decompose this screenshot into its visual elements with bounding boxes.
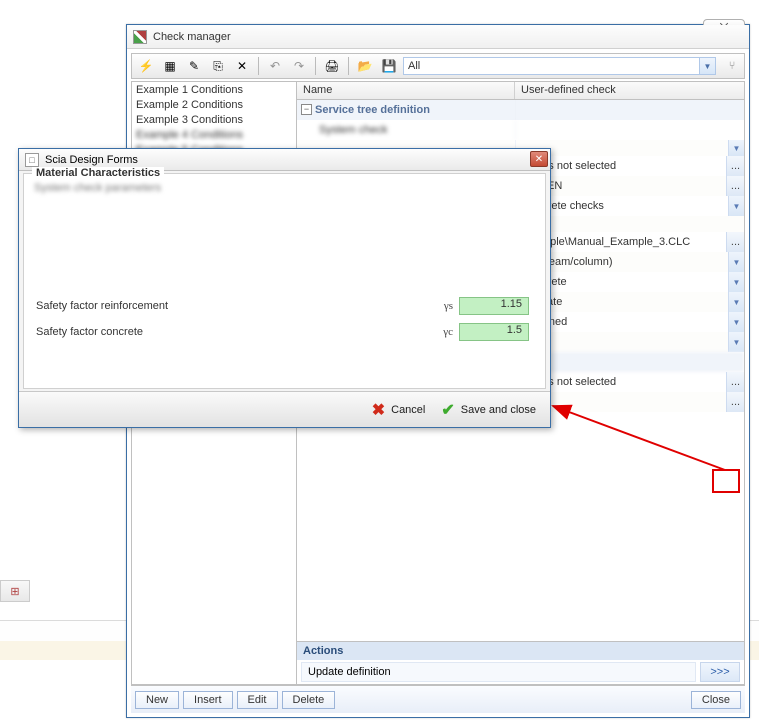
window-titlebar[interactable]: Check manager [127, 25, 749, 49]
chevron-down-icon[interactable]: ▼ [699, 58, 715, 74]
gamma-c-symbol: γc [429, 326, 459, 338]
grid-icon: ⊞ [10, 585, 19, 598]
save-icon[interactable]: 💾 [379, 56, 399, 76]
blurred-text: System check parameters [34, 182, 535, 196]
close-button[interactable]: Close [691, 691, 741, 709]
toolbar-separator [315, 57, 316, 75]
chevron-down-icon[interactable]: ▼ [728, 272, 744, 292]
actions-panel: Actions Update definition >>> [297, 641, 744, 684]
toolbar-separator [258, 57, 259, 75]
section-service-tree[interactable]: − Service tree definition [297, 100, 744, 120]
list-item[interactable]: Example 2 Conditions [132, 97, 296, 112]
cancel-button[interactable]: ✖ Cancel [372, 400, 426, 420]
toolbar-icon-4[interactable]: ✕ [232, 56, 252, 76]
delete-button[interactable]: Delete [282, 691, 336, 709]
background-mini-toolbar: ⊞ [0, 580, 30, 602]
list-item[interactable]: Example 4 Conditions [132, 127, 296, 142]
collapse-icon[interactable]: − [301, 104, 312, 115]
column-header-value[interactable]: User-defined check [515, 82, 744, 99]
cancel-label: Cancel [391, 404, 425, 416]
dialog-icon: □ [25, 153, 39, 167]
action-update-definition[interactable]: Update definition [301, 662, 696, 682]
scia-design-forms-dialog: □ Scia Design Forms ✕ Material Character… [18, 148, 551, 428]
open-icon[interactable]: 📂 [355, 56, 375, 76]
dialog-footer: ✖ Cancel ✔ Save and close [19, 391, 550, 427]
redo-icon[interactable]: ↷ [289, 56, 309, 76]
app-icon [133, 30, 147, 44]
funnel-icon[interactable]: ⑂ [724, 57, 740, 75]
grid-header: Name User-defined check [297, 82, 744, 100]
gamma-s-input[interactable]: 1.15 [459, 297, 529, 315]
list-item[interactable]: Example 3 Conditions [132, 112, 296, 127]
new-button[interactable]: New [135, 691, 179, 709]
window-footer: New Insert Edit Delete Close [131, 685, 745, 713]
ellipsis-button[interactable]: ... [726, 232, 744, 252]
filter-combo-value: All [408, 60, 420, 72]
actions-header: Actions [297, 642, 744, 660]
gamma-c-input[interactable]: 1.5 [459, 323, 529, 341]
chevron-down-icon[interactable]: ▼ [728, 292, 744, 312]
toolbar-icon-1[interactable]: ▦ [160, 56, 180, 76]
field-label: Safety factor reinforcement [36, 300, 429, 312]
toolbar: ⚡ ▦ ✎ ⎘ ✕ ↶ ↷ 🖨 📂 💾 All ▼ ⑂ [131, 53, 745, 79]
chevron-down-icon[interactable]: ▼ [728, 332, 744, 352]
dialog-title: Scia Design Forms [45, 154, 138, 166]
insert-button[interactable]: Insert [183, 691, 233, 709]
save-label: Save and close [461, 404, 536, 416]
ellipsis-button-highlighted[interactable]: ... [726, 392, 744, 412]
ellipsis-button[interactable]: ... [726, 372, 744, 392]
undo-icon[interactable]: ↶ [265, 56, 285, 76]
chevron-down-icon[interactable]: ▼ [728, 140, 744, 156]
field-label: Safety factor concrete [36, 326, 429, 338]
ellipsis-button[interactable]: ... [726, 156, 744, 176]
toolbar-icon-2[interactable]: ✎ [184, 56, 204, 76]
edit-button[interactable]: Edit [237, 691, 278, 709]
cancel-icon: ✖ [372, 400, 385, 420]
row-safety-factor-reinforcement: Safety factor reinforcement γs 1.15 [36, 296, 529, 316]
chevron-down-icon[interactable]: ▼ [728, 312, 744, 332]
dialog-body: Material Characteristics System check pa… [23, 173, 546, 389]
gamma-s-symbol: γs [429, 300, 459, 312]
chevron-down-icon[interactable]: ▼ [728, 252, 744, 272]
save-and-close-button[interactable]: ✔ Save and close [441, 400, 536, 420]
filter-combo[interactable]: All ▼ [403, 57, 716, 75]
dialog-close-button[interactable]: ✕ [530, 151, 548, 167]
action-run-button[interactable]: >>> [700, 662, 740, 682]
grid-row[interactable]: System check [297, 120, 744, 140]
window-title: Check manager [153, 31, 231, 43]
list-item[interactable]: Example 1 Conditions [132, 82, 296, 97]
column-header-name[interactable]: Name [297, 82, 515, 99]
ellipsis-button[interactable]: ... [726, 176, 744, 196]
check-icon: ✔ [441, 400, 454, 420]
row-safety-factor-concrete: Safety factor concrete γc 1.5 [36, 322, 529, 342]
toolbar-separator [348, 57, 349, 75]
print-icon[interactable]: 🖨 [322, 56, 342, 76]
toolbar-icon-3[interactable]: ⎘ [208, 56, 228, 76]
chevron-down-icon[interactable]: ▼ [728, 196, 744, 216]
group-label: Material Characteristics [32, 167, 164, 179]
toolbar-icon-0[interactable]: ⚡ [136, 56, 156, 76]
